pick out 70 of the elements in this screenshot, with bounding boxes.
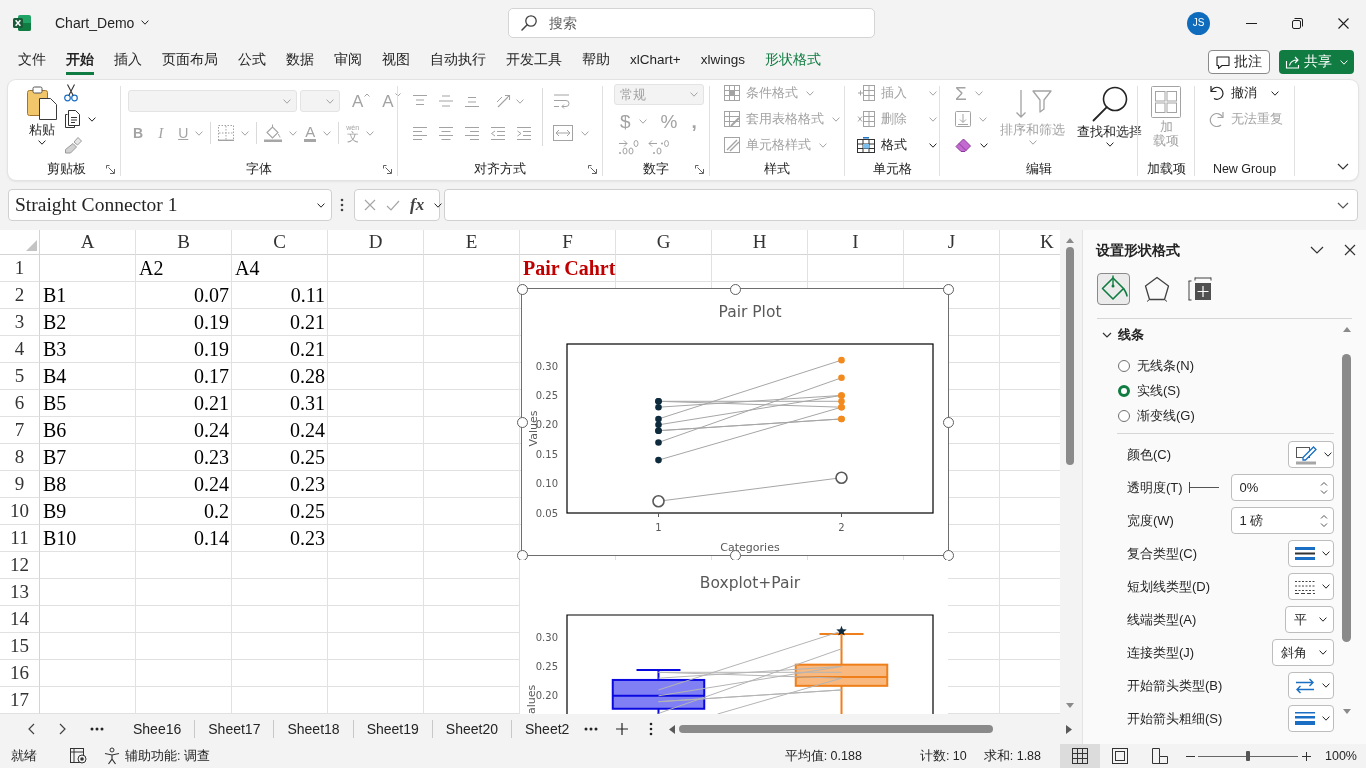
table-cell: 0.21 [290,311,325,333]
chart-title: Boxplot+Pair [699,574,801,592]
property-label: 开始箭头粗细(S) [1127,710,1223,727]
group-label: 对齐方式 [474,161,526,177]
table-cell: 0.19 [194,311,229,333]
table-cell: B7 [43,446,67,468]
axis-tick-label: 0.15 [535,448,558,460]
table-cell: 0.21 [194,392,229,414]
table-cell: B5 [43,392,67,414]
table-cell: 0.23 [290,473,325,495]
property-label: 短划线类型(D) [1127,578,1211,595]
chart-title: Pair Plot [718,303,782,321]
pane-title: 设置形状格式 [1096,241,1180,259]
group-label: 编辑 [1025,161,1052,177]
axis-title: alues [525,684,538,714]
group-label: 剪贴板 [46,161,86,177]
axis-tick-label: 0.25 [535,660,558,672]
table-cell: 0.24 [194,473,229,495]
table-cell: A4 [235,257,260,279]
table-cell: 0.2 [204,500,229,522]
property-label: 开始箭头类型(B) [1127,677,1223,694]
axis-tick-label: 1 [655,522,662,533]
status-statistic: 计数: 10 [919,748,967,764]
table-cell: B2 [43,311,67,333]
property-label: 颜色(C) [1127,446,1172,463]
table-cell: 0.23 [290,527,325,549]
table-cell: 0.24 [194,419,229,441]
axis-tick-label: 0.20 [535,690,558,702]
axis-tick-label: 0.05 [535,507,558,519]
table-cell: 0.28 [290,365,325,387]
group-label: 单元格 [872,161,912,177]
table-cell: 0.17 [194,365,229,387]
property-label: 宽度(W) [1127,512,1174,529]
table-cell: B3 [43,338,67,360]
table-cell: 0.25 [290,500,325,522]
table-cell: 0.14 [194,527,229,549]
table-cell: 0.21 [290,338,325,360]
axis-tick-label: 2 [838,522,845,533]
table-cell: 0.31 [290,392,325,414]
property-label: 透明度(T) [1127,479,1183,496]
table-cell: B8 [43,473,67,495]
group-label: 数字 [643,161,669,177]
table-cell: 0.19 [194,338,229,360]
axis-tick-label: 0.30 [535,360,558,372]
group-label: New Group [1212,161,1277,177]
table-cell: B9 [43,500,67,522]
table-cell: 0.25 [290,446,325,468]
status-statistic: 平均值: 0.188 [784,748,862,764]
table-cell: 0.24 [290,419,325,441]
table-cell: B6 [43,419,67,441]
table-cell: 0.11 [290,284,325,306]
axis-tick-label: 0.25 [535,389,558,401]
group-label: 样式 [764,161,790,177]
table-cell: 0.23 [194,446,229,468]
sheet-title: Pair Cahrt [523,257,616,279]
table-cell: B10 [43,527,77,549]
property-label: 连接类型(J) [1127,644,1195,661]
table-cell: B4 [43,365,67,387]
group-label: 加载项 [1146,161,1186,177]
axis-tick-label: 0.30 [535,631,558,643]
axis-tick-label: 0.10 [535,478,558,490]
property-label: 复合类型(C) [1127,545,1198,562]
status-text: 就绪 [11,748,37,764]
property-label: 线端类型(A) [1127,611,1197,628]
axis-title: Categories [720,541,780,554]
table-cell: B1 [43,284,67,306]
table-cell: 0.07 [194,284,229,306]
table-cell: A2 [139,257,164,279]
group-label: 字体 [246,161,272,177]
status-statistic: 求和: 1.88 [983,748,1041,764]
